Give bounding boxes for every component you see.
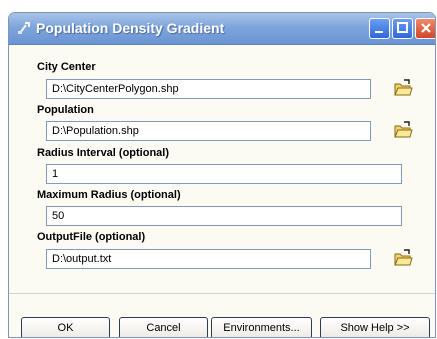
minimize-button[interactable] xyxy=(369,18,390,39)
label-output-file: OutputFile (optional) xyxy=(37,231,146,243)
label-radius-interval: Radius Interval (optional) xyxy=(37,147,170,159)
input-output-file[interactable]: D:\output.txt xyxy=(46,249,371,269)
label-city-center: City Center xyxy=(37,61,96,73)
label-population: Population xyxy=(37,104,94,116)
open-folder-icon[interactable] xyxy=(393,78,413,98)
show-help-button[interactable]: Show Help >> xyxy=(320,317,430,337)
dialog-window: Population Density Gradient City Center … xyxy=(8,12,436,338)
close-button[interactable] xyxy=(415,18,435,39)
open-folder-icon[interactable] xyxy=(393,248,413,268)
environments-button[interactable]: Environments... xyxy=(211,317,312,337)
title-bar[interactable]: Population Density Gradient xyxy=(9,13,435,45)
open-folder-icon[interactable] xyxy=(393,120,413,140)
minimize-icon xyxy=(375,31,383,33)
cancel-button[interactable]: Cancel xyxy=(119,317,208,337)
maximize-icon xyxy=(397,22,408,33)
maximize-button[interactable] xyxy=(392,18,413,39)
close-icon xyxy=(421,23,431,33)
label-maximum-radius: Maximum Radius (optional) xyxy=(37,189,181,201)
window-title: Population Density Gradient xyxy=(36,20,225,36)
tool-icon xyxy=(18,22,30,34)
input-maximum-radius[interactable]: 50 xyxy=(46,206,402,226)
ok-button[interactable]: OK xyxy=(21,317,110,337)
footer-divider xyxy=(9,293,435,294)
input-city-center[interactable]: D:\CityCenterPolygon.shp xyxy=(46,79,371,99)
input-radius-interval[interactable]: 1 xyxy=(46,164,402,184)
input-population[interactable]: D:\Population.shp xyxy=(46,121,371,141)
